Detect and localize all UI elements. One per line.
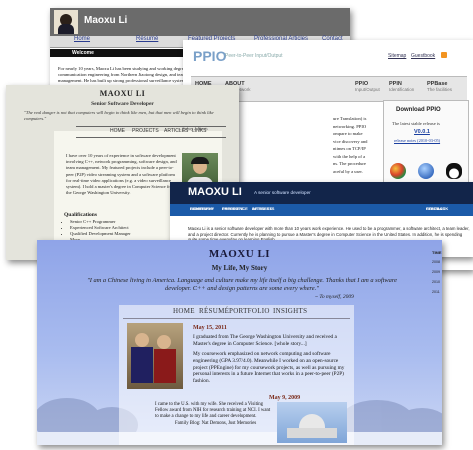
header-bar: MAOXU LI A senior software developer <box>170 182 473 204</box>
timeline-item[interactable]: 2011 <box>432 290 440 294</box>
post2-family-links[interactable]: Family Blog: Nat Demons, Just Memories <box>175 421 256 426</box>
linux-penguin-icon[interactable] <box>446 163 462 179</box>
site-subtitle: Senior Software Developer <box>91 101 154 107</box>
nav-home[interactable]: HOME <box>110 128 125 134</box>
nav-portfolio[interactable]: PORTFOLIO <box>229 307 270 315</box>
tab-ppio[interactable]: PPIO Input/Output <box>355 81 380 92</box>
tab-ppbase[interactable]: PPBase The facilities <box>427 81 452 92</box>
nav-home[interactable]: HOME <box>173 307 195 315</box>
site-name: MAOXU LI <box>188 186 242 198</box>
timeline-item[interactable]: 2008 <box>432 260 440 264</box>
timeline-item[interactable]: 2010 <box>432 280 440 284</box>
download-title: Download PPIO <box>396 107 441 113</box>
guestbook-link[interactable]: Guestbook <box>411 53 435 59</box>
grey-nav: HOME PROJECTS ARTICLES LINKS <box>76 126 226 138</box>
intro-paragraph: I have over 10 years of experience in so… <box>66 153 177 196</box>
site-tagline: A senior software developer <box>254 190 311 195</box>
timeline-sidebar: TIME 2008 2009 2010 2011 <box>432 240 442 310</box>
qualifications-heading: Qualifications <box>64 212 98 218</box>
post2-text: I came to the U.S. with my wife. She rec… <box>155 402 271 420</box>
nav-home[interactable]: Home <box>74 36 90 42</box>
post1-paragraph-1: I graduated from The George Washington U… <box>193 334 337 347</box>
download-text: The latest stable release is <box>392 121 440 126</box>
nav-insights[interactable]: INSIGHTS <box>273 307 307 315</box>
quote: "I am a Chinese living in America. Langu… <box>87 277 397 292</box>
nav-resume[interactable]: Résumé <box>136 36 158 42</box>
site-title: MAOXU LI <box>99 89 146 98</box>
rss-icon[interactable] <box>441 52 447 58</box>
post1-paragraph-2: My coursework emphasized on network comp… <box>193 351 345 385</box>
screenshot-winter-site: MAOXU LI My Life, My Story "I am a Chine… <box>37 240 442 445</box>
header-bar: Maoxu Li <box>50 8 350 36</box>
site-subtitle: My Life, My Story <box>211 264 268 272</box>
avatar <box>54 10 78 34</box>
quote: "The real danger is not that computers w… <box>24 110 214 121</box>
version-number: V0.0.1 <box>414 129 430 135</box>
capitol-photo <box>277 402 347 443</box>
nav-articles[interactable]: ARTICLES <box>164 128 188 134</box>
ppio-tagline: Peer-to-Peer Input/Output <box>225 53 283 59</box>
ppio-logo: PPIO <box>193 48 227 64</box>
sitemap-link[interactable]: Sitemap <box>388 53 406 59</box>
nav-links[interactable]: LINKS <box>192 128 206 134</box>
graduation-photo <box>127 323 183 389</box>
windows-icon[interactable] <box>390 163 406 179</box>
site-name: Maoxu Li <box>84 15 128 26</box>
quote-author: ~ To myself, 2009 <box>315 294 354 300</box>
site-title: MAOXU LI <box>208 248 271 260</box>
post1-date: May 15, 2011 <box>193 325 227 331</box>
nav-projects[interactable]: PROJECTS <box>132 128 159 134</box>
release-notes-link[interactable]: release notes (2010-03-05) <box>394 138 440 143</box>
timeline-heading: TIME <box>432 250 442 255</box>
tab-ppin[interactable]: PPIN Identification <box>389 81 414 92</box>
timeline-item[interactable]: 2009 <box>432 270 440 274</box>
content-card: HOME RÉSUMÉ PORTFOLIO INSIGHTS May 15, 2… <box>119 305 354 445</box>
post2-date: May 9, 2009 <box>269 395 301 401</box>
nav-resume[interactable]: RÉSUMÉ <box>199 307 229 315</box>
text-column: ure Translation) is networking. PPIO omp… <box>333 116 368 174</box>
mac-os-icon[interactable] <box>418 163 434 179</box>
blue-nav: HOMEPAGE BIOGRAPHY PROJECTS EXPERIENCE ART… <box>170 204 473 216</box>
